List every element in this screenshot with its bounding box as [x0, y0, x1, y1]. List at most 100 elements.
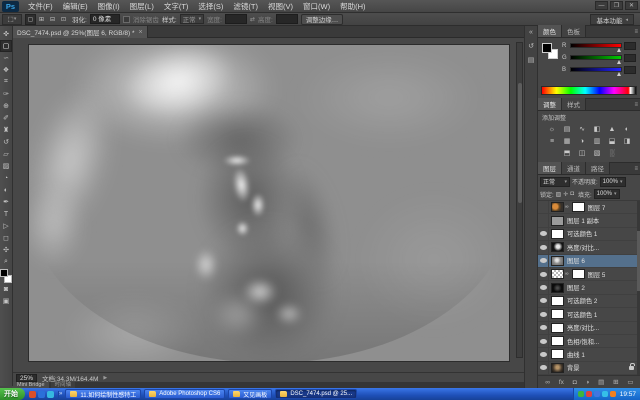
- visibility-toggle[interactable]: [539, 295, 549, 307]
- panel-menu-icon[interactable]: ≡: [634, 29, 638, 35]
- opacity-field[interactable]: 100%▾: [600, 177, 626, 187]
- zoom-level-field[interactable]: 25%: [16, 374, 37, 382]
- menu-item[interactable]: 选择(S): [193, 0, 228, 13]
- tab-close-icon[interactable]: ×: [139, 29, 143, 36]
- red-value-field[interactable]: [624, 42, 636, 50]
- selection-mode-button[interactable]: ▢: [25, 14, 36, 25]
- task-button[interactable]: DSC_7474.psd @ 25...: [275, 389, 357, 399]
- adjustment-icon[interactable]: ◫: [575, 147, 590, 159]
- visibility-toggle[interactable]: [539, 241, 549, 253]
- layer-row[interactable]: ∞ 图层 7: [538, 201, 637, 214]
- lock-icon[interactable]: ◘: [570, 191, 574, 198]
- tool-button[interactable]: T: [0, 208, 12, 220]
- feather-input[interactable]: 0 像素: [90, 14, 120, 24]
- panel-tab[interactable]: 图层: [538, 162, 562, 174]
- tray-icon[interactable]: [610, 391, 616, 397]
- lock-icon[interactable]: ▨: [556, 191, 562, 198]
- menu-item[interactable]: 文字(T): [159, 0, 194, 13]
- layer-row[interactable]: 色相/饱和...: [538, 335, 637, 348]
- adjustment-icon[interactable]: ▤: [560, 123, 575, 135]
- layer-thumbnail[interactable]: [551, 216, 564, 226]
- panel-tab[interactable]: 色板: [562, 25, 586, 37]
- layers-action-icon[interactable]: ▭: [627, 378, 633, 386]
- tool-button[interactable]: ▢: [0, 40, 12, 52]
- layer-thumbnail[interactable]: [551, 363, 564, 373]
- visibility-toggle[interactable]: [539, 268, 549, 280]
- foreground-color-swatch[interactable]: [542, 43, 552, 53]
- layer-name[interactable]: 背景: [567, 363, 580, 372]
- layer-name[interactable]: 可选颜色 1: [567, 229, 597, 238]
- swap-dimensions-icon[interactable]: ⇄: [250, 16, 255, 23]
- layer-row[interactable]: 亮度/对比...: [538, 241, 637, 254]
- tool-button[interactable]: ♜: [0, 124, 12, 136]
- adjustment-icon[interactable]: ▧: [590, 147, 605, 159]
- visibility-toggle[interactable]: [539, 308, 549, 320]
- refine-edge-button[interactable]: 调整边缘…: [301, 14, 344, 25]
- style-select[interactable]: 正常▾: [180, 14, 205, 24]
- tray-icon[interactable]: [602, 391, 608, 397]
- selection-mode-button[interactable]: ⊡: [58, 14, 69, 25]
- foreground-color-swatch[interactable]: [0, 269, 8, 277]
- panel-tab[interactable]: 路径: [586, 162, 610, 174]
- layer-thumbnail[interactable]: [551, 242, 564, 252]
- layer-row[interactable]: 可选颜色 1: [538, 308, 637, 321]
- layers-action-icon[interactable]: ◑: [585, 379, 589, 386]
- layers-action-icon[interactable]: ⊞: [613, 378, 618, 386]
- adjustment-icon[interactable]: ░: [605, 147, 620, 159]
- selection-mode-button[interactable]: ⊟: [47, 14, 58, 25]
- layer-row[interactable]: 曲线 1: [538, 348, 637, 361]
- visibility-toggle[interactable]: [539, 322, 549, 334]
- adjustment-icon[interactable]: ≡: [545, 135, 560, 147]
- menu-item[interactable]: 视图(V): [263, 0, 298, 13]
- adjustment-icon[interactable]: ⬓: [605, 135, 620, 147]
- width-input[interactable]: [225, 14, 247, 24]
- tool-button[interactable]: ⌕: [0, 256, 12, 268]
- layer-row[interactable]: 可选颜色 2: [538, 295, 637, 308]
- adjustment-icon[interactable]: ☼: [545, 123, 560, 135]
- green-slider[interactable]: [570, 55, 622, 60]
- layer-thumbnail[interactable]: [551, 309, 564, 319]
- panel-menu-icon[interactable]: ≡: [634, 166, 638, 172]
- adjustment-icon[interactable]: ▦: [560, 135, 575, 147]
- color-spectrum-ramp[interactable]: [541, 86, 637, 95]
- panel-tab[interactable]: 样式: [562, 98, 586, 110]
- slider-knob[interactable]: [617, 60, 621, 64]
- layer-name[interactable]: 图层 6: [567, 256, 585, 265]
- tool-button[interactable]: ◔: [0, 172, 12, 184]
- layer-thumbnail[interactable]: [551, 349, 564, 359]
- canvas-image[interactable]: [28, 44, 510, 362]
- start-button[interactable]: 开始: [0, 388, 25, 400]
- history-panel-icon[interactable]: ↺: [528, 42, 534, 50]
- slider-knob[interactable]: [617, 48, 621, 52]
- quick-launch-icon[interactable]: [38, 391, 45, 398]
- visibility-toggle[interactable]: [539, 255, 549, 267]
- minimize-button[interactable]: —: [595, 1, 608, 10]
- vertical-scrollbar[interactable]: [516, 42, 523, 358]
- panel-tab[interactable]: 调整: [538, 98, 562, 110]
- visibility-toggle[interactable]: [539, 348, 549, 360]
- slider-knob[interactable]: [617, 72, 621, 76]
- restore-button[interactable]: ❐: [610, 1, 623, 10]
- layer-name[interactable]: 图层 2: [567, 283, 585, 292]
- status-arrow-icon[interactable]: ▶: [103, 375, 107, 381]
- blue-value-field[interactable]: [624, 66, 636, 74]
- menu-item[interactable]: 图层(L): [125, 0, 159, 13]
- adjustment-icon[interactable]: ⬒: [560, 147, 575, 159]
- layer-name[interactable]: 可选颜色 1: [567, 310, 597, 319]
- tool-button[interactable]: ◻: [0, 232, 12, 244]
- menu-item[interactable]: 帮助(H): [335, 0, 370, 13]
- screen-mode-button[interactable]: ▣: [0, 295, 12, 307]
- tool-button[interactable]: ▨: [0, 160, 12, 172]
- tool-button[interactable]: ⊕: [0, 100, 12, 112]
- layer-row[interactable]: 亮度/对比...: [538, 322, 637, 335]
- layer-name[interactable]: 亮度/对比...: [567, 243, 599, 252]
- layer-row[interactable]: 背景: [538, 362, 637, 375]
- tray-icon[interactable]: [586, 391, 592, 397]
- tray-icon[interactable]: [578, 391, 584, 397]
- layer-thumbnail[interactable]: [551, 283, 564, 293]
- layer-thumbnail[interactable]: [551, 202, 564, 212]
- layer-thumbnail[interactable]: [551, 323, 564, 333]
- adjustment-icon[interactable]: ◐: [620, 123, 635, 135]
- layer-name[interactable]: 图层 7: [588, 203, 606, 212]
- layers-action-icon[interactable]: ◘: [573, 379, 577, 386]
